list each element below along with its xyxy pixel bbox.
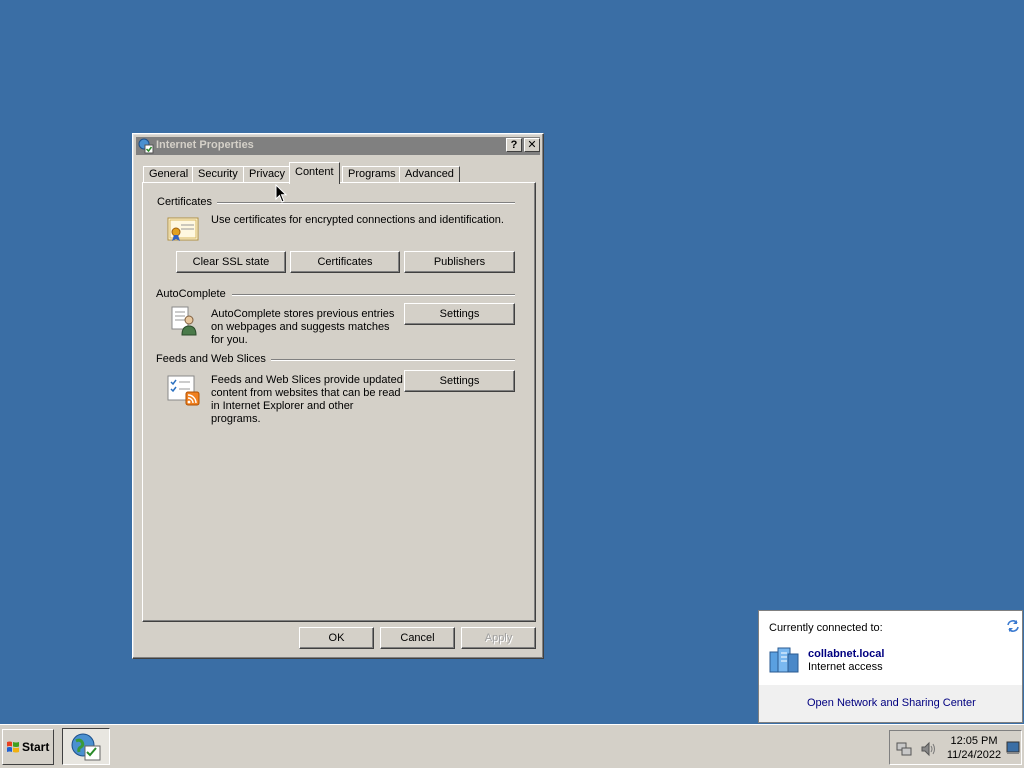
taskbar-internet-properties-button[interactable] [62,728,110,765]
clock[interactable]: 12:05 PM 11/24/2022 [944,734,1004,762]
network-status: Internet access [808,661,883,673]
internet-properties-window: Internet Properties ? ✕ General Security… [132,133,544,659]
mouse-cursor-icon [275,184,288,203]
publishers-button[interactable]: Publishers [404,251,515,273]
popup-header: Currently connected to: [769,622,883,634]
network-tray-icon[interactable] [896,741,912,757]
certificates-button[interactable]: Certificates [290,251,400,273]
feeds-heading: Feeds and Web Slices [156,353,271,365]
windows-logo-icon [7,741,19,753]
apply-button[interactable]: Apply [461,627,536,649]
autocomplete-divider [232,294,515,296]
network-name: collabnet.local [808,648,885,660]
tab-advanced[interactable]: Advanced [399,166,460,183]
start-label: Start [22,740,50,754]
volume-icon[interactable] [920,741,938,757]
certificates-description: Use certificates for encrypted connectio… [211,214,504,226]
certificate-icon [167,217,199,241]
internet-options-app-icon [71,733,101,761]
certificates-heading: Certificates [157,196,218,208]
show-desktop-icon[interactable] [1006,741,1020,755]
tab-content[interactable]: Content [289,162,340,184]
autocomplete-icon [171,306,197,336]
internet-options-icon [138,138,154,154]
clock-time: 12:05 PM [950,735,998,747]
popup-footer: Open Network and Sharing Center [759,685,1022,722]
feeds-icon [167,375,200,406]
tab-general[interactable]: General [143,166,195,183]
domain-network-icon [769,647,799,673]
ok-button[interactable]: OK [299,627,374,649]
network-connection-popup: Currently connected to: collabnet.local … [758,610,1023,723]
cancel-button[interactable]: Cancel [380,627,455,649]
system-tray: 12:05 PM 11/24/2022 [889,730,1022,765]
content-tab-panel: Certificates Use certificates for encryp… [142,182,536,622]
taskbar: Start 12:05 PM 11/24/2022 [0,724,1024,768]
title-bar[interactable]: Internet Properties ? ✕ [136,137,540,155]
certificates-divider [217,202,515,204]
help-button[interactable]: ? [506,138,522,152]
tab-privacy[interactable]: Privacy [243,166,292,183]
window-title: Internet Properties [156,139,254,151]
open-network-sharing-center-link[interactable]: Open Network and Sharing Center [807,697,976,709]
refresh-icon[interactable] [1006,619,1020,633]
feeds-settings-button[interactable]: Settings [404,370,515,392]
close-button[interactable]: ✕ [524,138,540,152]
tab-security[interactable]: Security [192,166,244,183]
feeds-description: Feeds and Web Slices provide updated con… [211,374,403,425]
clock-date: 11/24/2022 [946,749,1002,761]
tab-programs[interactable]: Programs [342,166,402,183]
feeds-divider [269,359,515,361]
autocomplete-heading: AutoComplete [156,288,231,300]
start-button[interactable]: Start [2,729,54,765]
autocomplete-description: AutoComplete stores previous entries on … [211,308,395,346]
autocomplete-settings-button[interactable]: Settings [404,303,515,325]
clear-ssl-state-button[interactable]: Clear SSL state [176,251,286,273]
